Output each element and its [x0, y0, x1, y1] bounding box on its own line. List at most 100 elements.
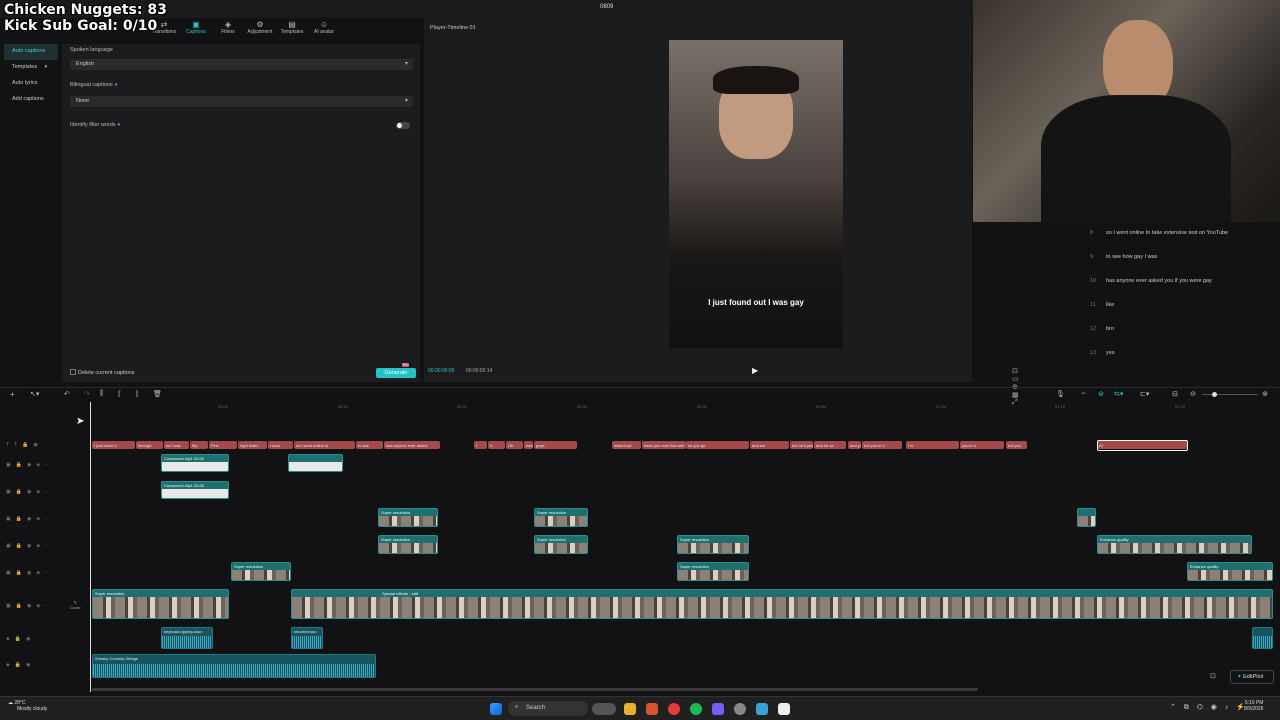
caption-item[interactable]: 12 bro — [1090, 322, 1272, 346]
caption-clip[interactable]: has anyone ever asked — [384, 441, 440, 449]
editpilot-button[interactable]: ✦ EditPilot — [1230, 670, 1274, 684]
caption-clip[interactable]: what if we — [612, 441, 641, 449]
preview-axis-icon[interactable]: ⊏▾ — [1140, 390, 1149, 398]
caption-item[interactable]: 13 yes — [1090, 346, 1272, 370]
caption-clip[interactable]: so I went online to — [294, 441, 355, 449]
trim-right-icon[interactable]: ⟧ — [135, 390, 138, 398]
main-video-clip[interactable]: Special effects - edit — [291, 589, 1273, 619]
video-clip[interactable]: Enhance quality — [1097, 535, 1252, 554]
settings-icon[interactable] — [734, 703, 746, 715]
video-clip[interactable]: Super resolution — [677, 562, 749, 581]
start-icon[interactable] — [490, 703, 502, 715]
trim-left-icon[interactable]: ⟦ — [118, 390, 121, 398]
track-header-captions[interactable]: TT🔒◉ — [6, 442, 43, 448]
caption-clip[interactable]: It — [488, 441, 505, 449]
redo-icon[interactable]: ↷ — [84, 390, 90, 398]
microphone-icon[interactable]: 🎙 — [1056, 390, 1065, 398]
spotify-icon[interactable] — [690, 703, 702, 715]
tool-adjustment[interactable]: ⚙ Adjustment — [246, 20, 274, 38]
video-clip[interactable] — [1077, 508, 1096, 527]
caption-clip[interactable]: guys — [534, 441, 577, 449]
caption-item[interactable]: 10 has anyone ever asked you if you were … — [1090, 274, 1272, 298]
caption-clip[interactable]: through — [136, 441, 163, 449]
track-header[interactable]: ▣🔒◉◈⋯ — [6, 570, 55, 576]
feedback-icon[interactable]: ⊡ — [1210, 672, 1216, 680]
caption-clip[interactable]: and you got a sec — [848, 441, 861, 449]
link-icon[interactable]: ⇔ — [1080, 390, 1087, 397]
compound-clip[interactable]: Compound clip1 00:00 — [161, 481, 229, 499]
editor-app-icon[interactable] — [778, 703, 790, 715]
delete-icon[interactable]: 🗑 — [153, 390, 162, 398]
caption-clip[interactable]: but you — [1006, 441, 1027, 449]
split-icon[interactable]: ⫼ — [100, 390, 103, 398]
video-clip[interactable]: Enhance quality — [1187, 562, 1273, 581]
filler-words-toggle[interactable] — [396, 122, 410, 129]
play-button[interactable]: ▶ — [752, 366, 758, 375]
caption-clip[interactable]: OK — [506, 441, 523, 449]
capcut-icon[interactable] — [756, 703, 768, 715]
tool-ai-avatar[interactable]: ☺ AI avatar — [310, 20, 338, 38]
zoom-fit-icon[interactable]: ⊟ — [1172, 390, 1178, 398]
tool-templates[interactable]: ▤ Templates — [278, 20, 306, 38]
caption-clip[interactable]: so I was — [164, 441, 189, 449]
nav-templates[interactable]: Templates ▾ — [4, 60, 58, 76]
selected-caption-clip[interactable] — [1097, 440, 1188, 451]
audio-clip[interactable]: keyboard-typing-soun — [161, 627, 213, 649]
zoom-in-icon[interactable]: ⊕ — [1262, 390, 1268, 398]
track-header[interactable]: ▣🔒◉◈⋯ — [6, 516, 55, 522]
caption-clip[interactable]: right when — [238, 441, 267, 449]
track-header[interactable]: ▣🔒◉◈⋯ — [6, 489, 55, 495]
nav-auto-captions[interactable]: Auto captions — [4, 44, 58, 60]
nav-auto-lyrics[interactable]: Auto lyrics — [4, 76, 58, 92]
generate-button[interactable]: Generate — [376, 368, 416, 378]
taskbar-search[interactable]: ⌕ Search — [508, 701, 588, 716]
timeline-scrollbar[interactable] — [92, 688, 978, 691]
magnet-icon[interactable]: ⇆▾ — [1114, 390, 1123, 398]
weather-widget[interactable]: ☁ 28°C Mostly cloudy — [8, 700, 47, 712]
playhead[interactable] — [90, 402, 91, 692]
delete-captions-option[interactable]: Delete current captions — [70, 369, 135, 376]
video-clip[interactable]: Super resolution — [231, 562, 291, 581]
nav-add-captions[interactable]: Add captions — [4, 92, 58, 108]
caption-item[interactable]: 11 like — [1090, 298, 1272, 322]
file-explorer-icon[interactable] — [624, 703, 636, 715]
caption-clip[interactable]: I foun — [268, 441, 293, 449]
track-header-audio[interactable]: ◈🔒◉ — [6, 662, 35, 668]
caption-clip[interactable]: have you ever — [524, 441, 533, 449]
zoom-slider-handle[interactable] — [1212, 392, 1217, 397]
undo-icon[interactable]: ↶ — [64, 390, 70, 398]
audio-clip[interactable] — [1252, 627, 1273, 649]
opera-icon[interactable] — [668, 703, 680, 715]
caption-clip[interactable]: to see — [356, 441, 383, 449]
caption-clip[interactable]: but you're n — [862, 441, 902, 449]
system-tray[interactable]: ⌃ ⧉ ⌬ ◉ ♪ ⚡ — [1170, 703, 1248, 712]
caption-clip[interactable]: and he sa — [814, 441, 846, 449]
caption-clip[interactable]: so you go — [686, 441, 749, 449]
tool-filters[interactable]: ◈ Filters — [214, 20, 242, 38]
caption-clip[interactable]: I w — [906, 441, 959, 449]
track-header-audio[interactable]: ◈🔒◉ — [6, 636, 35, 642]
caption-clip[interactable]: and we — [750, 441, 789, 449]
caption-clip[interactable]: bot he's just — [790, 441, 813, 449]
add-icon[interactable]: + — [10, 390, 15, 399]
video-clip[interactable]: Super resolution — [677, 535, 749, 554]
caption-clip[interactable]: you're s — [960, 441, 1004, 449]
spoken-language-select[interactable]: English ▾ — [70, 59, 413, 70]
discord-icon[interactable] — [712, 703, 724, 715]
compound-clip[interactable]: Compound clip1 00:00 — [161, 454, 229, 472]
zoom-slider[interactable] — [1202, 392, 1258, 397]
timeline-ruler[interactable]: 00:00 00:10 00:20 00:30 00:40 00:50 01:00 01:10… — [90, 401, 1280, 413]
snap-icon[interactable]: ⊜ — [1098, 390, 1104, 398]
clock[interactable]: 5:10 PM 8/9/2026 — [1244, 700, 1263, 712]
bilingual-select[interactable]: None ▾ — [70, 96, 413, 107]
audio-clip[interactable]: shocked sou — [291, 627, 323, 649]
caption-clip[interactable]: My — [190, 441, 208, 449]
caption-item[interactable]: 9 to see how gay I was — [1090, 250, 1272, 274]
caption-clip[interactable]: I just found o — [92, 441, 135, 449]
main-video-clip[interactable]: Super resolution — [92, 589, 229, 619]
zoom-out-icon[interactable]: ⊖ — [1190, 390, 1196, 398]
caption-item[interactable]: 8 so I went online to take extensive test… — [1090, 226, 1272, 250]
caption-clip[interactable]: Fine — [209, 441, 237, 449]
brave-browser-icon[interactable] — [646, 703, 658, 715]
music-clip[interactable]: Sneaky Comedy Strings — [92, 654, 376, 678]
